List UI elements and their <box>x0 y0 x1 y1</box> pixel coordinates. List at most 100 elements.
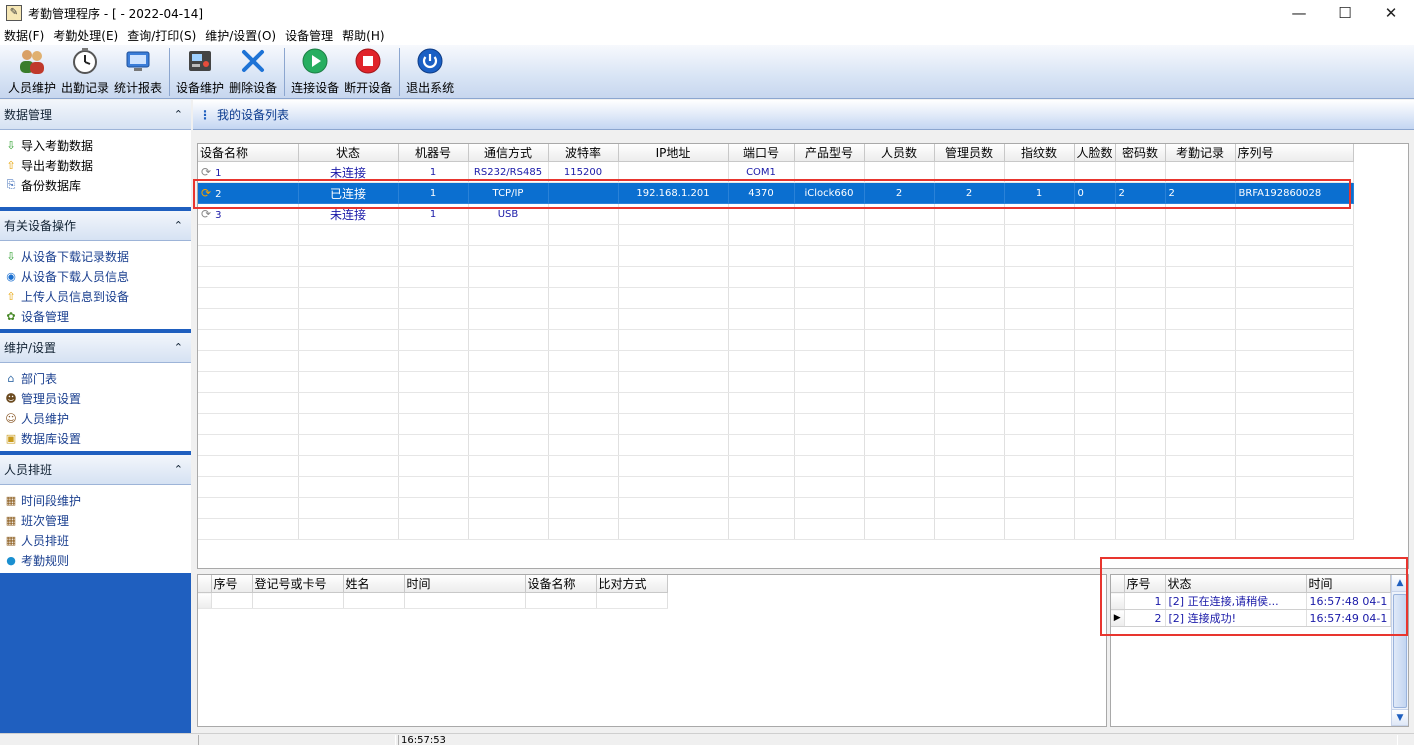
menu-attendance[interactable]: 考勤处理(E) <box>51 27 125 44</box>
sidebar-item-time-period[interactable]: ▦ 时间段维护 <box>4 490 187 510</box>
table-cell-records[interactable] <box>1165 203 1236 225</box>
sidebar-item-download-users[interactable]: ◉ 从设备下载人员信息 <box>4 266 187 286</box>
table-cell-ip[interactable] <box>618 161 729 183</box>
table-cell-pwd[interactable] <box>1115 203 1166 225</box>
table-cell-machine[interactable]: 1 <box>398 182 469 204</box>
table-cell-baud[interactable] <box>548 182 619 204</box>
column-header[interactable]: 比对方式 <box>596 575 668 593</box>
column-header[interactable]: 时间 <box>1306 575 1392 593</box>
sidebar-item-rules[interactable]: ● 考勤规则 <box>4 550 187 570</box>
sidebar-item-device-manage[interactable]: ✿ 设备管理 <box>4 306 187 326</box>
scroll-up-arrow-icon[interactable]: ▲ <box>1392 575 1408 592</box>
table-cell-status[interactable]: 未连接 <box>298 203 399 225</box>
table-row[interactable]: ⟳ 1 未连接 1 RS232/RS485 115200 COM1 <box>198 161 1354 183</box>
table-cell-status[interactable]: 已连接 <box>298 182 399 204</box>
table-cell-fp[interactable] <box>1004 203 1075 225</box>
column-header[interactable]: 波特率 <box>548 144 619 162</box>
table-cell[interactable] <box>404 592 526 609</box>
column-header[interactable]: 状态 <box>298 144 399 162</box>
table-cell-face[interactable] <box>1074 203 1116 225</box>
column-header[interactable]: 序号 <box>211 575 253 593</box>
table-cell-port[interactable] <box>728 203 795 225</box>
menu-query-print[interactable]: 查询/打印(S) <box>125 27 203 44</box>
table-cell[interactable] <box>525 592 597 609</box>
attendance-record-button[interactable]: 出勤记录 <box>59 44 111 98</box>
table-cell[interactable] <box>596 592 668 609</box>
column-header[interactable]: IP地址 <box>618 144 729 162</box>
table-cell-admins[interactable] <box>934 203 1005 225</box>
column-header[interactable]: 人员数 <box>864 144 935 162</box>
sidebar-section-device-operations[interactable]: 有关设备操作 ⌃ <box>0 211 191 241</box>
table-cell-ip[interactable]: 192.168.1.201 <box>618 182 729 204</box>
table-cell-records[interactable]: 2 <box>1165 182 1236 204</box>
sidebar-item-staff[interactable]: ☺ 人员维护 <box>4 408 187 428</box>
log-status[interactable]: [2] 正在连接,请稍侯... <box>1165 592 1307 610</box>
table-row[interactable] <box>198 592 668 609</box>
table-cell-fp[interactable]: 1 <box>1004 182 1075 204</box>
column-header[interactable]: 考勤记录 <box>1165 144 1236 162</box>
column-header[interactable]: 状态 <box>1165 575 1307 593</box>
log-time[interactable]: 16:57:48 04-1 <box>1306 592 1392 610</box>
table-cell-serial[interactable]: BRFA192860028 <box>1235 182 1354 204</box>
exit-system-button[interactable]: 退出系统 <box>404 44 456 98</box>
sidebar-item-upload-users[interactable]: ⇧ 上传人员信息到设备 <box>4 286 187 306</box>
table-cell-ip[interactable] <box>618 203 729 225</box>
sidebar-item-import[interactable]: ⇩ 导入考勤数据 <box>4 135 187 155</box>
sidebar-section-data-management[interactable]: 数据管理 ⌃ <box>0 100 191 130</box>
table-cell[interactable] <box>211 592 253 609</box>
table-cell-machine[interactable]: 1 <box>398 161 469 183</box>
column-header[interactable]: 密码数 <box>1115 144 1166 162</box>
column-header[interactable]: 产品型号 <box>794 144 865 162</box>
table-cell-users[interactable]: 2 <box>864 182 935 204</box>
column-header[interactable]: 姓名 <box>343 575 405 593</box>
collapse-chevron-icon[interactable]: ⌃ <box>174 341 183 354</box>
column-header[interactable]: 通信方式 <box>468 144 549 162</box>
table-cell-serial[interactable] <box>1235 161 1354 183</box>
table-cell-users[interactable] <box>864 161 935 183</box>
log-no[interactable]: 2 <box>1124 609 1166 627</box>
log-vertical-scrollbar[interactable]: ▲ ▼ <box>1391 575 1408 726</box>
menu-help[interactable]: 帮助(H) <box>340 27 391 44</box>
table-cell-status[interactable]: 未连接 <box>298 161 399 183</box>
disconnect-device-button[interactable]: 断开设备 <box>342 44 394 98</box>
table-cell[interactable] <box>252 592 344 609</box>
log-row[interactable]: ▶ 2 [2] 连接成功! 16:57:49 04-1 <box>1111 609 1392 627</box>
sidebar-item-shift[interactable]: ▦ 班次管理 <box>4 510 187 530</box>
table-cell-comm[interactable]: TCP/IP <box>468 182 549 204</box>
log-row[interactable]: 1 [2] 正在连接,请稍侯... 16:57:48 04-1 <box>1111 592 1392 610</box>
delete-device-button[interactable]: 删除设备 <box>227 44 279 98</box>
device-name-cell[interactable]: ⟳ 1 <box>198 161 299 183</box>
table-cell-machine[interactable]: 1 <box>398 203 469 225</box>
device-maintenance-button[interactable]: 设备维护 <box>174 44 226 98</box>
column-header[interactable]: 设备名称 <box>525 575 597 593</box>
sidebar-item-backup[interactable]: ⎘ 备份数据库 <box>4 175 187 195</box>
scroll-down-arrow-icon[interactable]: ▼ <box>1392 709 1408 726</box>
collapse-chevron-icon[interactable]: ⌃ <box>174 219 183 232</box>
table-cell[interactable] <box>343 592 405 609</box>
device-name-cell[interactable]: ⟳ 2 <box>198 182 299 204</box>
table-cell-admins[interactable]: 2 <box>934 182 1005 204</box>
minimize-button[interactable]: — <box>1276 0 1322 26</box>
device-name-cell[interactable]: ⟳ 3 <box>198 203 299 225</box>
column-header[interactable]: 时间 <box>404 575 526 593</box>
table-cell-model[interactable] <box>794 203 865 225</box>
statistics-report-button[interactable]: 统计报表 <box>112 44 164 98</box>
sidebar-item-download-records[interactable]: ⇩ 从设备下载记录数据 <box>4 246 187 266</box>
table-cell-face[interactable]: 0 <box>1074 182 1116 204</box>
column-header[interactable]: 人脸数 <box>1074 144 1116 162</box>
table-cell-port[interactable]: 4370 <box>728 182 795 204</box>
close-button[interactable]: ✕ <box>1368 0 1414 26</box>
column-header[interactable]: 管理员数 <box>934 144 1005 162</box>
table-cell-pwd[interactable] <box>1115 161 1166 183</box>
log-no[interactable]: 1 <box>1124 592 1166 610</box>
connect-device-button[interactable]: 连接设备 <box>289 44 341 98</box>
table-cell-serial[interactable] <box>1235 203 1354 225</box>
menu-device[interactable]: 设备管理 <box>283 27 340 44</box>
table-cell-pwd[interactable]: 2 <box>1115 182 1166 204</box>
sidebar-item-export[interactable]: ⇧ 导出考勤数据 <box>4 155 187 175</box>
sidebar-section-maintenance[interactable]: 维护/设置 ⌃ <box>0 333 191 363</box>
column-header[interactable]: 登记号或卡号 <box>252 575 344 593</box>
table-row-selected[interactable]: ⟳ 2 已连接 1 TCP/IP 192.168.1.201 4370 iClock660 2 2… <box>198 182 1354 204</box>
collapse-chevron-icon[interactable]: ⌃ <box>174 463 183 476</box>
table-cell-model[interactable]: iClock660 <box>794 182 865 204</box>
